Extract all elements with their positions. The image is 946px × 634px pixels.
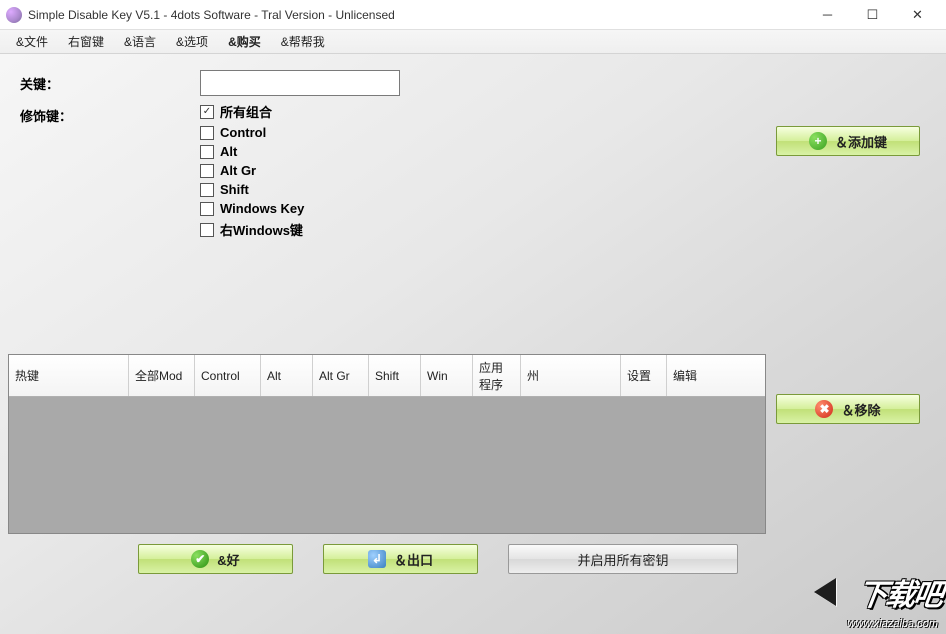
checkbox-alt[interactable] bbox=[200, 145, 214, 159]
checkbox-winkey[interactable] bbox=[200, 202, 214, 216]
enable-all-button[interactable]: 并启用所有密钥 bbox=[508, 544, 738, 574]
th-shift[interactable]: Shift bbox=[369, 355, 421, 396]
menu-options[interactable]: &选项 bbox=[166, 30, 218, 53]
close-button[interactable]: ✕ bbox=[895, 1, 940, 29]
menu-help[interactable]: &帮帮我 bbox=[271, 30, 335, 53]
delete-icon: ✖ bbox=[815, 400, 833, 418]
checkbox-shift-label: Shift bbox=[220, 182, 249, 197]
watermark-url: www.xiazaiba.com bbox=[848, 618, 938, 630]
th-app[interactable]: 应用程序 bbox=[473, 355, 521, 396]
modifiers-label: 修饰键： bbox=[20, 102, 200, 125]
checkbox-control-label: Control bbox=[220, 125, 266, 140]
download-arrow-icon bbox=[814, 578, 836, 606]
menu-buy[interactable]: &购买 bbox=[218, 30, 271, 53]
ok-label: &好 bbox=[217, 550, 239, 569]
th-allmod[interactable]: 全部Mod bbox=[129, 355, 195, 396]
minimize-button[interactable]: ─ bbox=[805, 1, 850, 29]
check-icon: ✔ bbox=[191, 550, 209, 568]
menu-rightwin[interactable]: 右窗键 bbox=[58, 30, 114, 53]
add-key-label: ＆添加键 bbox=[835, 132, 887, 151]
checkbox-all-label: 所有组合 bbox=[220, 102, 272, 121]
th-alt[interactable]: Alt bbox=[261, 355, 313, 396]
remove-button[interactable]: ✖ ＆移除 bbox=[776, 394, 920, 424]
checkbox-shift[interactable] bbox=[200, 183, 214, 197]
th-altgr[interactable]: Alt Gr bbox=[313, 355, 369, 396]
th-edit[interactable]: 编辑 bbox=[667, 355, 765, 396]
menubar: &文件 右窗键 &语言 &选项 &购买 &帮帮我 bbox=[0, 30, 946, 54]
th-setting[interactable]: 设置 bbox=[621, 355, 667, 396]
watermark: 下载吧 www.xiazaiba.com bbox=[786, 564, 946, 634]
titlebar: Simple Disable Key V5.1 - 4dots Software… bbox=[0, 0, 946, 30]
checkbox-winkey-label: Windows Key bbox=[220, 201, 304, 216]
key-label: 关键： bbox=[20, 70, 200, 93]
ok-button[interactable]: ✔ &好 bbox=[138, 544, 293, 574]
checkbox-altgr-label: Alt Gr bbox=[220, 163, 256, 178]
key-input[interactable] bbox=[200, 70, 400, 96]
checkbox-alt-label: Alt bbox=[220, 144, 237, 159]
exit-icon: ↲ bbox=[368, 550, 386, 568]
hotkeys-table[interactable]: 热键 全部Mod Control Alt Alt Gr Shift Win 应用… bbox=[8, 354, 766, 534]
add-key-button[interactable]: + ＆添加键 bbox=[776, 126, 920, 156]
enable-all-label: 并启用所有密钥 bbox=[577, 550, 668, 569]
th-control[interactable]: Control bbox=[195, 355, 261, 396]
remove-label: ＆移除 bbox=[841, 400, 880, 419]
th-state[interactable]: 州 bbox=[521, 355, 621, 396]
exit-label: ＆出口 bbox=[394, 550, 433, 569]
th-win[interactable]: Win bbox=[421, 355, 473, 396]
maximize-button[interactable]: ☐ bbox=[850, 1, 895, 29]
checkbox-control[interactable] bbox=[200, 126, 214, 140]
window-title: Simple Disable Key V5.1 - 4dots Software… bbox=[28, 8, 805, 22]
exit-button[interactable]: ↲ ＆出口 bbox=[323, 544, 478, 574]
checkbox-altgr[interactable] bbox=[200, 164, 214, 178]
checkbox-rightwin[interactable] bbox=[200, 223, 214, 237]
menu-file[interactable]: &文件 bbox=[6, 30, 58, 53]
th-hotkey[interactable]: 热键 bbox=[9, 355, 129, 396]
menu-language[interactable]: &语言 bbox=[114, 30, 166, 53]
content-area: 关键： 修饰键： ✓ 所有组合 Control Alt bbox=[0, 54, 946, 634]
plus-icon: + bbox=[809, 132, 827, 150]
watermark-text: 下载吧 bbox=[855, 570, 945, 614]
checkbox-all[interactable]: ✓ bbox=[200, 105, 214, 119]
app-icon bbox=[6, 7, 22, 23]
checkbox-rightwin-label: 右Windows键 bbox=[220, 220, 303, 239]
